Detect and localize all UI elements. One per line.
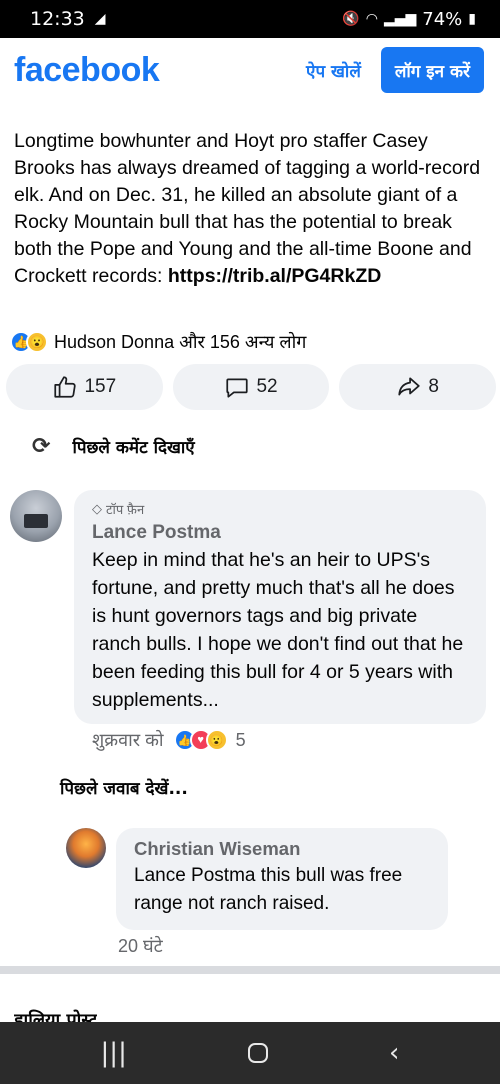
reply-bubble: Christian Wiseman Lance Postma this bull…	[116, 828, 448, 930]
wow-reaction-icon: 😮	[205, 729, 228, 751]
share-count: 8	[428, 376, 439, 397]
section-divider	[0, 966, 500, 974]
notification-icon: ◢	[94, 11, 106, 27]
comment-time[interactable]: शुक्रवार को	[92, 728, 164, 752]
comment-icon	[226, 378, 249, 398]
reply-author[interactable]: Christian Wiseman	[134, 838, 430, 860]
battery-icon: ▮	[468, 11, 476, 27]
system-nav-bar: ||| ‹	[0, 1022, 500, 1084]
back-icon[interactable]: ‹	[389, 1040, 399, 1066]
like-count: 157	[84, 376, 117, 397]
diamond-icon: ◇	[92, 501, 102, 516]
avatar[interactable]	[10, 490, 62, 542]
reactions-summary[interactable]: 👍 😮 Hudson Donna और 156 अन्य लोग	[10, 330, 306, 354]
share-button[interactable]: 8	[339, 364, 497, 410]
show-previous-replies[interactable]: पिछले जवाब देखें...	[60, 776, 188, 799]
status-time: 12:33	[30, 8, 85, 30]
comment-button[interactable]: 52	[172, 364, 330, 410]
comment-meta: शुक्रवार को 👍 ♥ 😮 5	[92, 728, 246, 752]
reactions-names: Hudson Donna और 156 अन्य लोग	[54, 332, 307, 352]
top-fan-badge: ◇ टॉप फ़ैन	[92, 500, 468, 518]
refresh-icon: ⟳	[32, 434, 51, 459]
like-button[interactable]: 157	[6, 364, 163, 410]
comment-reaction-count: 5	[235, 729, 246, 750]
recent-posts-heading: हालिया पोस्ट	[14, 1010, 98, 1022]
avatar[interactable]	[66, 828, 106, 868]
reply-text: Lance Postma this bull was free range no…	[134, 865, 403, 914]
post-link[interactable]: https://trib.al/PG4RkZD	[168, 265, 381, 287]
open-app-link[interactable]: ऐप खोलें	[306, 59, 361, 82]
wifi-icon: ◠	[365, 11, 378, 27]
like-icon	[54, 376, 77, 398]
top-header: facebook ऐप खोलें लॉग इन करें	[0, 38, 500, 102]
home-icon[interactable]	[247, 1043, 268, 1063]
comment-count: 52	[256, 376, 278, 397]
previous-comments-label: पिछले कमेंट दिखाएँ	[72, 438, 195, 458]
comment-reactions[interactable]: 👍 ♥ 😮	[173, 729, 228, 751]
wow-reaction-icon: 😮	[26, 331, 48, 353]
battery-level: 74%	[422, 8, 463, 30]
post-text: Longtime bowhunter and Hoyt pro staffer …	[14, 128, 484, 290]
top-fan-label: टॉप फ़ैन	[106, 502, 145, 517]
post-body: Longtime bowhunter and Hoyt pro staffer …	[14, 130, 481, 287]
recent-apps-icon[interactable]: |||	[101, 1040, 127, 1066]
reply-time[interactable]: 20 घंटे	[118, 934, 163, 958]
mute-icon: 🔇	[342, 11, 360, 27]
facebook-logo[interactable]: facebook	[14, 51, 160, 90]
status-bar: 12:33 ◢ 🔇 ◠ ▂▄▆ 74% ▮	[0, 0, 500, 38]
post-action-bar: 157 52 8	[6, 364, 497, 410]
comment-bubble: ◇ टॉप फ़ैन Lance Postma Keep in mind tha…	[74, 490, 486, 724]
login-button[interactable]: लॉग इन करें	[380, 47, 484, 93]
signal-icon: ▂▄▆	[383, 11, 417, 27]
comment-text: Keep in mind that he's an heir to UPS's …	[92, 549, 464, 711]
share-icon	[398, 377, 421, 396]
show-previous-comments[interactable]: ⟳ पिछले कमेंट दिखाएँ	[32, 434, 195, 459]
comment-author[interactable]: Lance Postma	[92, 522, 468, 544]
